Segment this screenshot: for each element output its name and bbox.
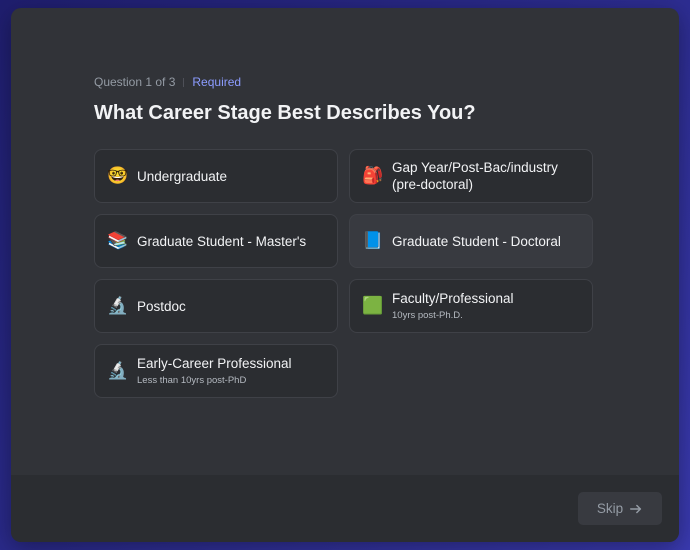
option-label: Postdoc <box>137 298 186 314</box>
skip-label: Skip <box>596 501 624 516</box>
degree-book-icon: 📘 <box>362 231 384 250</box>
skip-button[interactable]: Skip <box>578 492 662 525</box>
meta-divider <box>183 77 185 87</box>
onboarding-modal: Question 1 of 3 Required What Career Sta… <box>11 8 679 542</box>
option-label: Early-Career Professional <box>137 356 292 371</box>
school-backpack-icon: 🎒 <box>362 166 384 185</box>
option-sublabel: Less than 10yrs post-PhD <box>137 375 247 386</box>
option-graduate-doctoral[interactable]: 📘 Graduate Student - Doctoral <box>349 214 593 268</box>
required-badge: Required <box>192 75 242 89</box>
option-undergraduate[interactable]: 🤓 Undergraduate <box>94 149 338 203</box>
option-graduate-masters[interactable]: 📚 Graduate Student - Master's <box>94 214 338 268</box>
modal-footer: Skip <box>11 475 679 542</box>
option-early-career[interactable]: 🔬 Early-Career Professional Less than 10… <box>94 344 338 398</box>
option-label: Undergraduate <box>137 168 228 184</box>
option-label: Faculty/Professional <box>392 291 514 306</box>
question-section: Question 1 of 3 Required What Career Sta… <box>94 74 604 398</box>
nerd-face-icon: 🤓 <box>107 166 129 185</box>
option-gap-year[interactable]: 🎒 Gap Year/Post-Bac/industry (pre-doctor… <box>349 149 593 203</box>
question-meta: Question 1 of 3 Required <box>94 74 604 90</box>
microscope-icon: 🔬 <box>107 296 129 315</box>
microscope-icon: 🔬 <box>107 361 129 380</box>
option-label: Gap Year/Post-Bac/industry (pre-doctoral… <box>392 160 558 192</box>
arrow-right-icon <box>630 504 642 513</box>
question-title: What Career Stage Best Describes You? <box>94 102 476 124</box>
question-progress: Question 1 of 3 <box>94 75 176 89</box>
books-icon: 📚 <box>107 231 129 250</box>
option-faculty-professional[interactable]: 🟩 Faculty/Professional 10yrs post-Ph.D. <box>349 279 593 333</box>
chalkboard-icon: 🟩 <box>362 296 384 315</box>
option-label: Graduate Student - Doctoral <box>392 233 561 249</box>
option-postdoc[interactable]: 🔬 Postdoc <box>94 279 338 333</box>
option-label: Graduate Student - Master's <box>137 233 307 249</box>
option-sublabel: 10yrs post-Ph.D. <box>392 310 463 321</box>
